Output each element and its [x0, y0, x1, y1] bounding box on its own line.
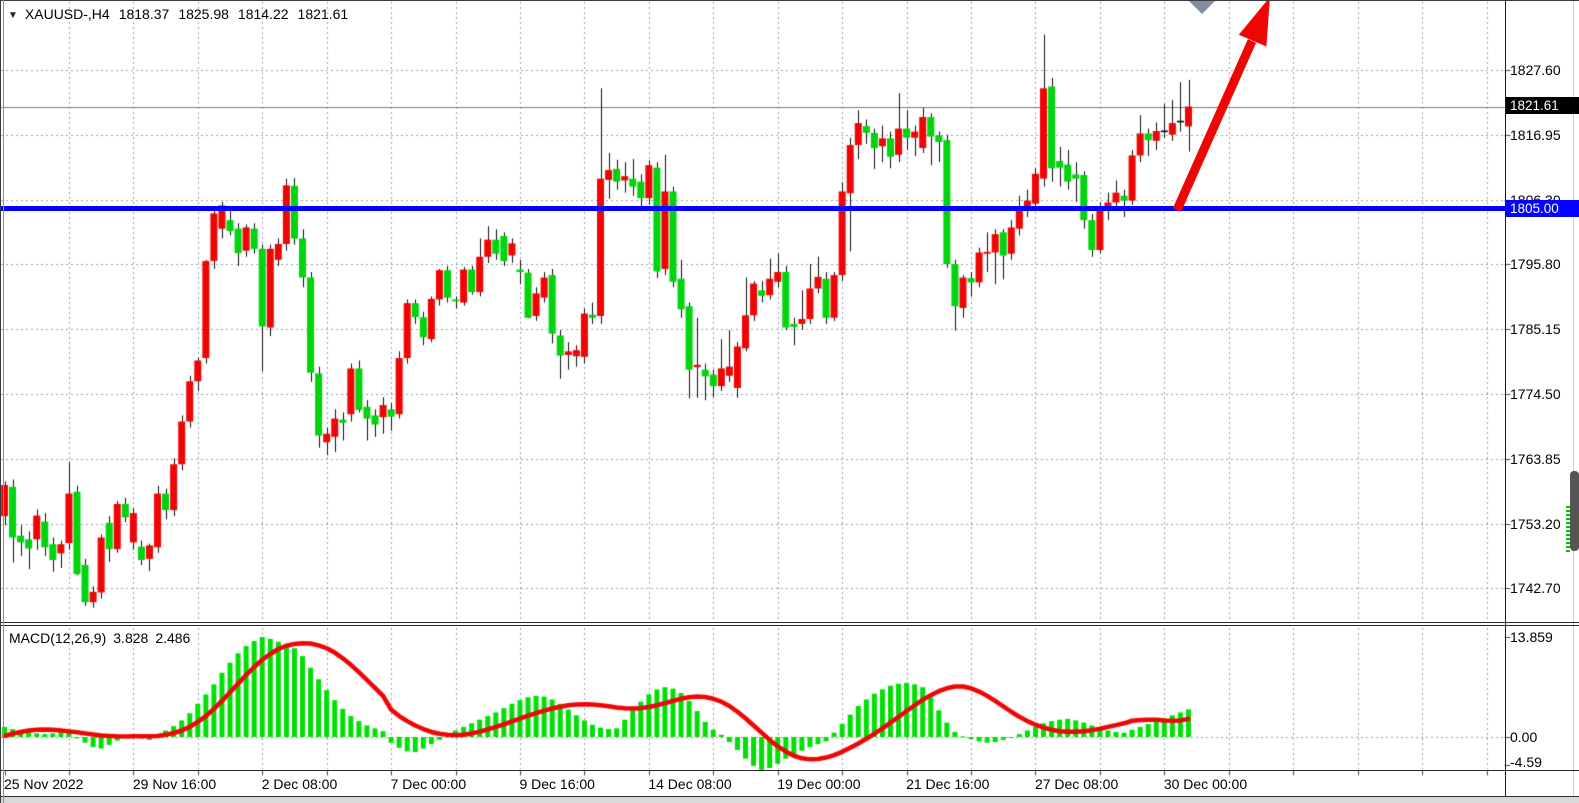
level-price-badge: 1805.00 — [1506, 200, 1579, 217]
time-tick-label: 2 Dec 08:00 — [262, 776, 338, 792]
panel-separator[interactable] — [0, 625, 1579, 626]
chart-window: { "header": { "dropdown_glyph": "▼", "sy… — [0, 0, 1579, 803]
price-tick-label: 1742.70 — [1510, 580, 1561, 596]
time-axis-separator — [0, 770, 1579, 771]
down-arrow-marker-icon[interactable] — [1189, 1, 1215, 14]
ohlc-close: 1821.61 — [298, 6, 349, 22]
time-tick-label: 7 Dec 00:00 — [391, 776, 467, 792]
macd-tick-label: 0.00 — [1510, 729, 1537, 745]
time-tick-label: 25 Nov 2022 — [4, 776, 83, 792]
time-tick-label: 29 Nov 16:00 — [133, 776, 216, 792]
window-left-border-inner — [3, 0, 4, 803]
time-tick-label: 9 Dec 16:00 — [519, 776, 595, 792]
time-tick-label: 19 Dec 00:00 — [777, 776, 860, 792]
time-tick-label: 21 Dec 16:00 — [906, 776, 989, 792]
indicator-name: MACD(12,26,9) — [9, 630, 106, 646]
indicator-label: MACD(12,26,9) 3.828 2.486 — [9, 630, 190, 646]
ohlc-high: 1825.98 — [178, 6, 229, 22]
window-top-border — [0, 0, 1579, 1]
quick-trade-dropdown-icon[interactable]: ▼ — [8, 10, 18, 21]
time-tick-label: 27 Dec 08:00 — [1035, 776, 1118, 792]
time-tick-label: 30 Dec 00:00 — [1164, 776, 1247, 792]
price-tick-label: 1774.50 — [1510, 386, 1561, 402]
macd-tick-label: 13.859 — [1510, 629, 1553, 645]
current-price-badge: 1821.61 — [1506, 97, 1579, 114]
price-tick-label: 1816.95 — [1510, 127, 1561, 143]
price-tick-label: 1795.80 — [1510, 256, 1561, 272]
chart-title: ▼ XAUUSD-,H4 1818.37 1825.98 1814.22 1821.61 — [8, 6, 348, 22]
window-bottom-strip — [0, 797, 1579, 803]
window-left-border — [0, 0, 1, 803]
macd-tick-label: -4.59 — [1510, 754, 1542, 770]
scrollbar-thumb[interactable] — [1570, 471, 1579, 551]
price-axis-border — [1505, 0, 1506, 797]
ohlc-low: 1814.22 — [238, 6, 289, 22]
window-right-edge — [1573, 0, 1574, 797]
indicator-signal-value: 2.486 — [155, 630, 190, 646]
price-chart-canvas[interactable] — [0, 0, 1579, 803]
price-tick-label: 1827.60 — [1510, 62, 1561, 78]
price-tick-label: 1753.20 — [1510, 516, 1561, 532]
indicator-main-value: 3.828 — [113, 630, 148, 646]
price-tick-label: 1763.85 — [1510, 451, 1561, 467]
green-dotted-strip — [1566, 506, 1570, 552]
panel-separator[interactable] — [0, 622, 1579, 623]
horizontal-level-line[interactable] — [0, 206, 1506, 211]
time-tick-label: 14 Dec 08:00 — [648, 776, 731, 792]
price-tick-label: 1785.15 — [1510, 321, 1561, 337]
symbol-period-label: XAUUSD-,H4 — [25, 6, 110, 22]
ohlc-open: 1818.37 — [119, 6, 170, 22]
